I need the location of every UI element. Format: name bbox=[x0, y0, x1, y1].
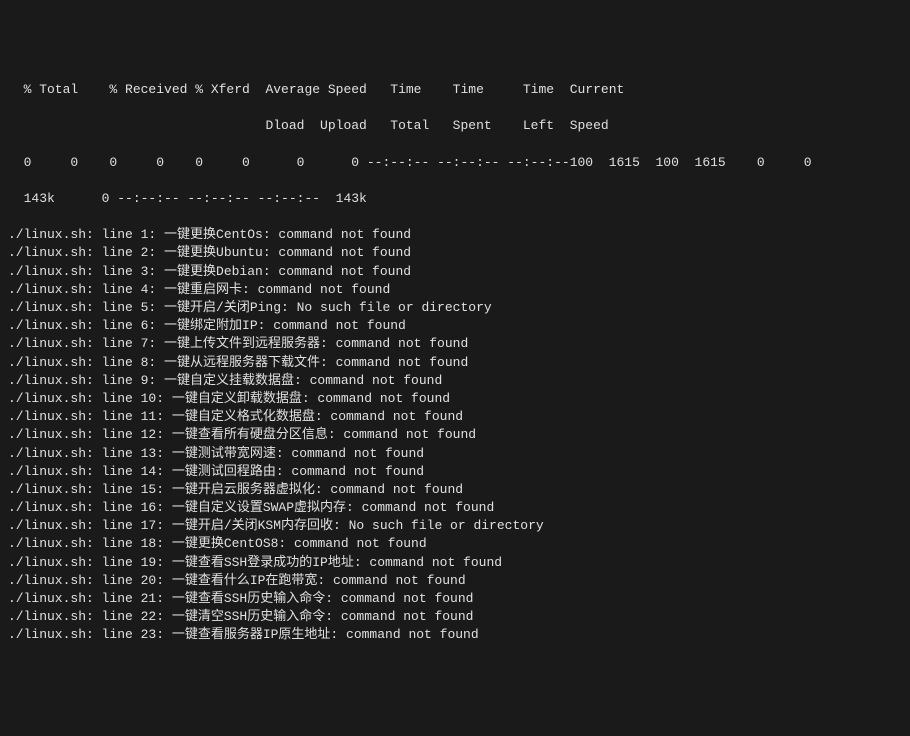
curl-progress-line1: 0 0 0 0 0 0 0 0 --:--:-- --:--:-- --:--:… bbox=[8, 154, 902, 172]
error-line: ./linux.sh: line 6: 一键绑定附加IP: command no… bbox=[8, 317, 902, 335]
curl-header-line1: % Total % Received % Xferd Average Speed… bbox=[8, 81, 902, 99]
error-line: ./linux.sh: line 9: 一键自定义挂载数据盘: command … bbox=[8, 372, 902, 390]
error-line: ./linux.sh: line 21: 一键查看SSH历史输入命令: comm… bbox=[8, 590, 902, 608]
error-line: ./linux.sh: line 1: 一键更换CentOs: command … bbox=[8, 226, 902, 244]
error-line: ./linux.sh: line 20: 一键查看什么IP在跑带宽: comma… bbox=[8, 572, 902, 590]
error-line: ./linux.sh: line 16: 一键自定义设置SWAP虚拟内存: co… bbox=[8, 499, 902, 517]
error-line: ./linux.sh: line 5: 一键开启/关闭Ping: No such… bbox=[8, 299, 902, 317]
error-line: ./linux.sh: line 4: 一键重启网卡: command not … bbox=[8, 281, 902, 299]
error-line: ./linux.sh: line 8: 一键从远程服务器下载文件: comman… bbox=[8, 354, 902, 372]
error-line: ./linux.sh: line 10: 一键自定义卸载数据盘: command… bbox=[8, 390, 902, 408]
curl-header-line2: Dload Upload Total Spent Left Speed bbox=[8, 117, 902, 135]
error-output: ./linux.sh: line 1: 一键更换CentOs: command … bbox=[8, 226, 902, 644]
error-line: ./linux.sh: line 23: 一键查看服务器IP原生地址: comm… bbox=[8, 626, 902, 644]
error-line: ./linux.sh: line 13: 一键测试带宽网速: command n… bbox=[8, 445, 902, 463]
error-line: ./linux.sh: line 15: 一键开启云服务器虚拟化: comman… bbox=[8, 481, 902, 499]
error-line: ./linux.sh: line 11: 一键自定义格式化数据盘: comman… bbox=[8, 408, 902, 426]
error-line: ./linux.sh: line 22: 一键清空SSH历史输入命令: comm… bbox=[8, 608, 902, 626]
error-line: ./linux.sh: line 12: 一键查看所有硬盘分区信息: comma… bbox=[8, 426, 902, 444]
error-line: ./linux.sh: line 2: 一键更换Ubuntu: command … bbox=[8, 244, 902, 262]
error-line: ./linux.sh: line 3: 一键更换Debian: command … bbox=[8, 263, 902, 281]
error-line: ./linux.sh: line 19: 一键查看SSH登录成功的IP地址: c… bbox=[8, 554, 902, 572]
curl-progress-line2: 143k 0 --:--:-- --:--:-- --:--:-- 143k bbox=[8, 190, 902, 208]
error-line: ./linux.sh: line 14: 一键测试回程路由: command n… bbox=[8, 463, 902, 481]
error-line: ./linux.sh: line 17: 一键开启/关闭KSM内存回收: No … bbox=[8, 517, 902, 535]
error-line: ./linux.sh: line 18: 一键更换CentOS8: comman… bbox=[8, 535, 902, 553]
error-line: ./linux.sh: line 7: 一键上传文件到远程服务器: comman… bbox=[8, 335, 902, 353]
